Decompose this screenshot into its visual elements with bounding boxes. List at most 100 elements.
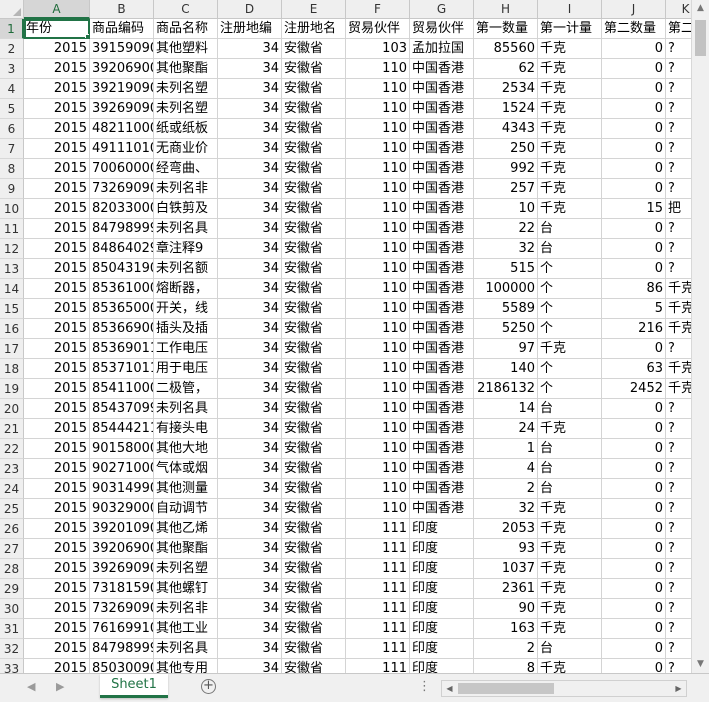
- cell-b[interactable]: 90271000: [90, 459, 154, 479]
- row-header-13[interactable]: 13: [0, 259, 24, 279]
- cell-h[interactable]: 2: [474, 479, 538, 499]
- cell-e[interactable]: 安徽省: [282, 279, 346, 299]
- cell-i[interactable]: 千克: [538, 659, 602, 673]
- cell-j[interactable]: 2452: [602, 379, 666, 399]
- cell-b[interactable]: 90329000: [90, 499, 154, 519]
- cell-h[interactable]: 93: [474, 539, 538, 559]
- cell-g[interactable]: 中国香港: [410, 219, 474, 239]
- cell-a[interactable]: 2015: [24, 399, 90, 419]
- cell-a[interactable]: 2015: [24, 619, 90, 639]
- cell-i[interactable]: 千克: [538, 179, 602, 199]
- cell-e[interactable]: 安徽省: [282, 79, 346, 99]
- cell-k[interactable]: ?: [666, 139, 691, 159]
- cell-c[interactable]: 气体或烟: [154, 459, 218, 479]
- cell-k[interactable]: 千克: [666, 359, 691, 379]
- cell-f[interactable]: 110: [346, 419, 410, 439]
- cell-e[interactable]: 安徽省: [282, 299, 346, 319]
- cell-g[interactable]: 中国香港: [410, 479, 474, 499]
- header-cell-h[interactable]: 第一数量: [474, 19, 538, 39]
- cell-f[interactable]: 111: [346, 619, 410, 639]
- cell-g[interactable]: 印度: [410, 539, 474, 559]
- cell-c[interactable]: 用于电压: [154, 359, 218, 379]
- scroll-right-icon[interactable]: ▶: [671, 681, 686, 696]
- cell-h[interactable]: 5250: [474, 319, 538, 339]
- cell-a[interactable]: 2015: [24, 139, 90, 159]
- cell-i[interactable]: 个: [538, 359, 602, 379]
- cell-i[interactable]: 个: [538, 299, 602, 319]
- row-header-28[interactable]: 28: [0, 559, 24, 579]
- row-header-16[interactable]: 16: [0, 319, 24, 339]
- cell-h[interactable]: 1: [474, 439, 538, 459]
- cell-f[interactable]: 103: [346, 39, 410, 59]
- cell-c[interactable]: 其他工业: [154, 619, 218, 639]
- header-cell-e[interactable]: 注册地名: [282, 19, 346, 39]
- cell-b[interactable]: 90314990: [90, 479, 154, 499]
- cell-k[interactable]: ?: [666, 119, 691, 139]
- cell-b[interactable]: 84798999: [90, 219, 154, 239]
- header-cell-b[interactable]: 商品编码: [90, 19, 154, 39]
- cell-c[interactable]: 二极管，: [154, 379, 218, 399]
- cell-f[interactable]: 110: [346, 459, 410, 479]
- cell-k[interactable]: ?: [666, 79, 691, 99]
- cell-a[interactable]: 2015: [24, 659, 90, 673]
- header-cell-f[interactable]: 贸易伙伴: [346, 19, 410, 39]
- row-header-27[interactable]: 27: [0, 539, 24, 559]
- cell-f[interactable]: 110: [346, 319, 410, 339]
- cell-h[interactable]: 992: [474, 159, 538, 179]
- cell-c[interactable]: 其他测量: [154, 479, 218, 499]
- cell-d[interactable]: 34: [218, 259, 282, 279]
- cell-k[interactable]: ?: [666, 519, 691, 539]
- cell-g[interactable]: 中国香港: [410, 419, 474, 439]
- cell-d[interactable]: 34: [218, 299, 282, 319]
- cell-h[interactable]: 14: [474, 399, 538, 419]
- cell-h[interactable]: 24: [474, 419, 538, 439]
- cell-a[interactable]: 2015: [24, 259, 90, 279]
- cell-k[interactable]: ?: [666, 619, 691, 639]
- cell-a[interactable]: 2015: [24, 119, 90, 139]
- cell-d[interactable]: 34: [218, 99, 282, 119]
- cell-g[interactable]: 印度: [410, 599, 474, 619]
- cell-k[interactable]: ?: [666, 219, 691, 239]
- column-header-d[interactable]: D: [218, 0, 282, 19]
- header-cell-k[interactable]: 第二: [666, 19, 691, 39]
- cell-e[interactable]: 安徽省: [282, 399, 346, 419]
- cell-i[interactable]: 台: [538, 239, 602, 259]
- cell-d[interactable]: 34: [218, 79, 282, 99]
- cell-h[interactable]: 515: [474, 259, 538, 279]
- cell-j[interactable]: 0: [602, 239, 666, 259]
- cell-c[interactable]: 未列名额: [154, 259, 218, 279]
- row-header-19[interactable]: 19: [0, 379, 24, 399]
- cell-a[interactable]: 2015: [24, 219, 90, 239]
- cell-d[interactable]: 34: [218, 119, 282, 139]
- cell-h[interactable]: 250: [474, 139, 538, 159]
- cell-g[interactable]: 中国香港: [410, 339, 474, 359]
- cell-e[interactable]: 安徽省: [282, 419, 346, 439]
- cell-e[interactable]: 安徽省: [282, 379, 346, 399]
- cell-h[interactable]: 22: [474, 219, 538, 239]
- cell-j[interactable]: 0: [602, 599, 666, 619]
- cell-f[interactable]: 110: [346, 119, 410, 139]
- cell-c[interactable]: 开关，线: [154, 299, 218, 319]
- row-header-21[interactable]: 21: [0, 419, 24, 439]
- cell-g[interactable]: 印度: [410, 579, 474, 599]
- cell-f[interactable]: 111: [346, 559, 410, 579]
- cell-a[interactable]: 2015: [24, 499, 90, 519]
- cell-j[interactable]: 0: [602, 79, 666, 99]
- row-header-5[interactable]: 5: [0, 99, 24, 119]
- header-cell-g[interactable]: 贸易伙伴: [410, 19, 474, 39]
- cell-e[interactable]: 安徽省: [282, 439, 346, 459]
- cell-h[interactable]: 32: [474, 239, 538, 259]
- cell-a[interactable]: 2015: [24, 579, 90, 599]
- row-header-8[interactable]: 8: [0, 159, 24, 179]
- horizontal-scroll-thumb[interactable]: [458, 683, 554, 694]
- cell-e[interactable]: 安徽省: [282, 179, 346, 199]
- cell-b[interactable]: 85369011: [90, 339, 154, 359]
- add-sheet-icon[interactable]: +: [201, 679, 216, 694]
- cell-k[interactable]: ?: [666, 659, 691, 673]
- cell-e[interactable]: 安徽省: [282, 559, 346, 579]
- header-cell-c[interactable]: 商品名称: [154, 19, 218, 39]
- cell-b[interactable]: 39269090: [90, 99, 154, 119]
- cell-f[interactable]: 110: [346, 79, 410, 99]
- cell-b[interactable]: 85371011: [90, 359, 154, 379]
- cell-f[interactable]: 110: [346, 399, 410, 419]
